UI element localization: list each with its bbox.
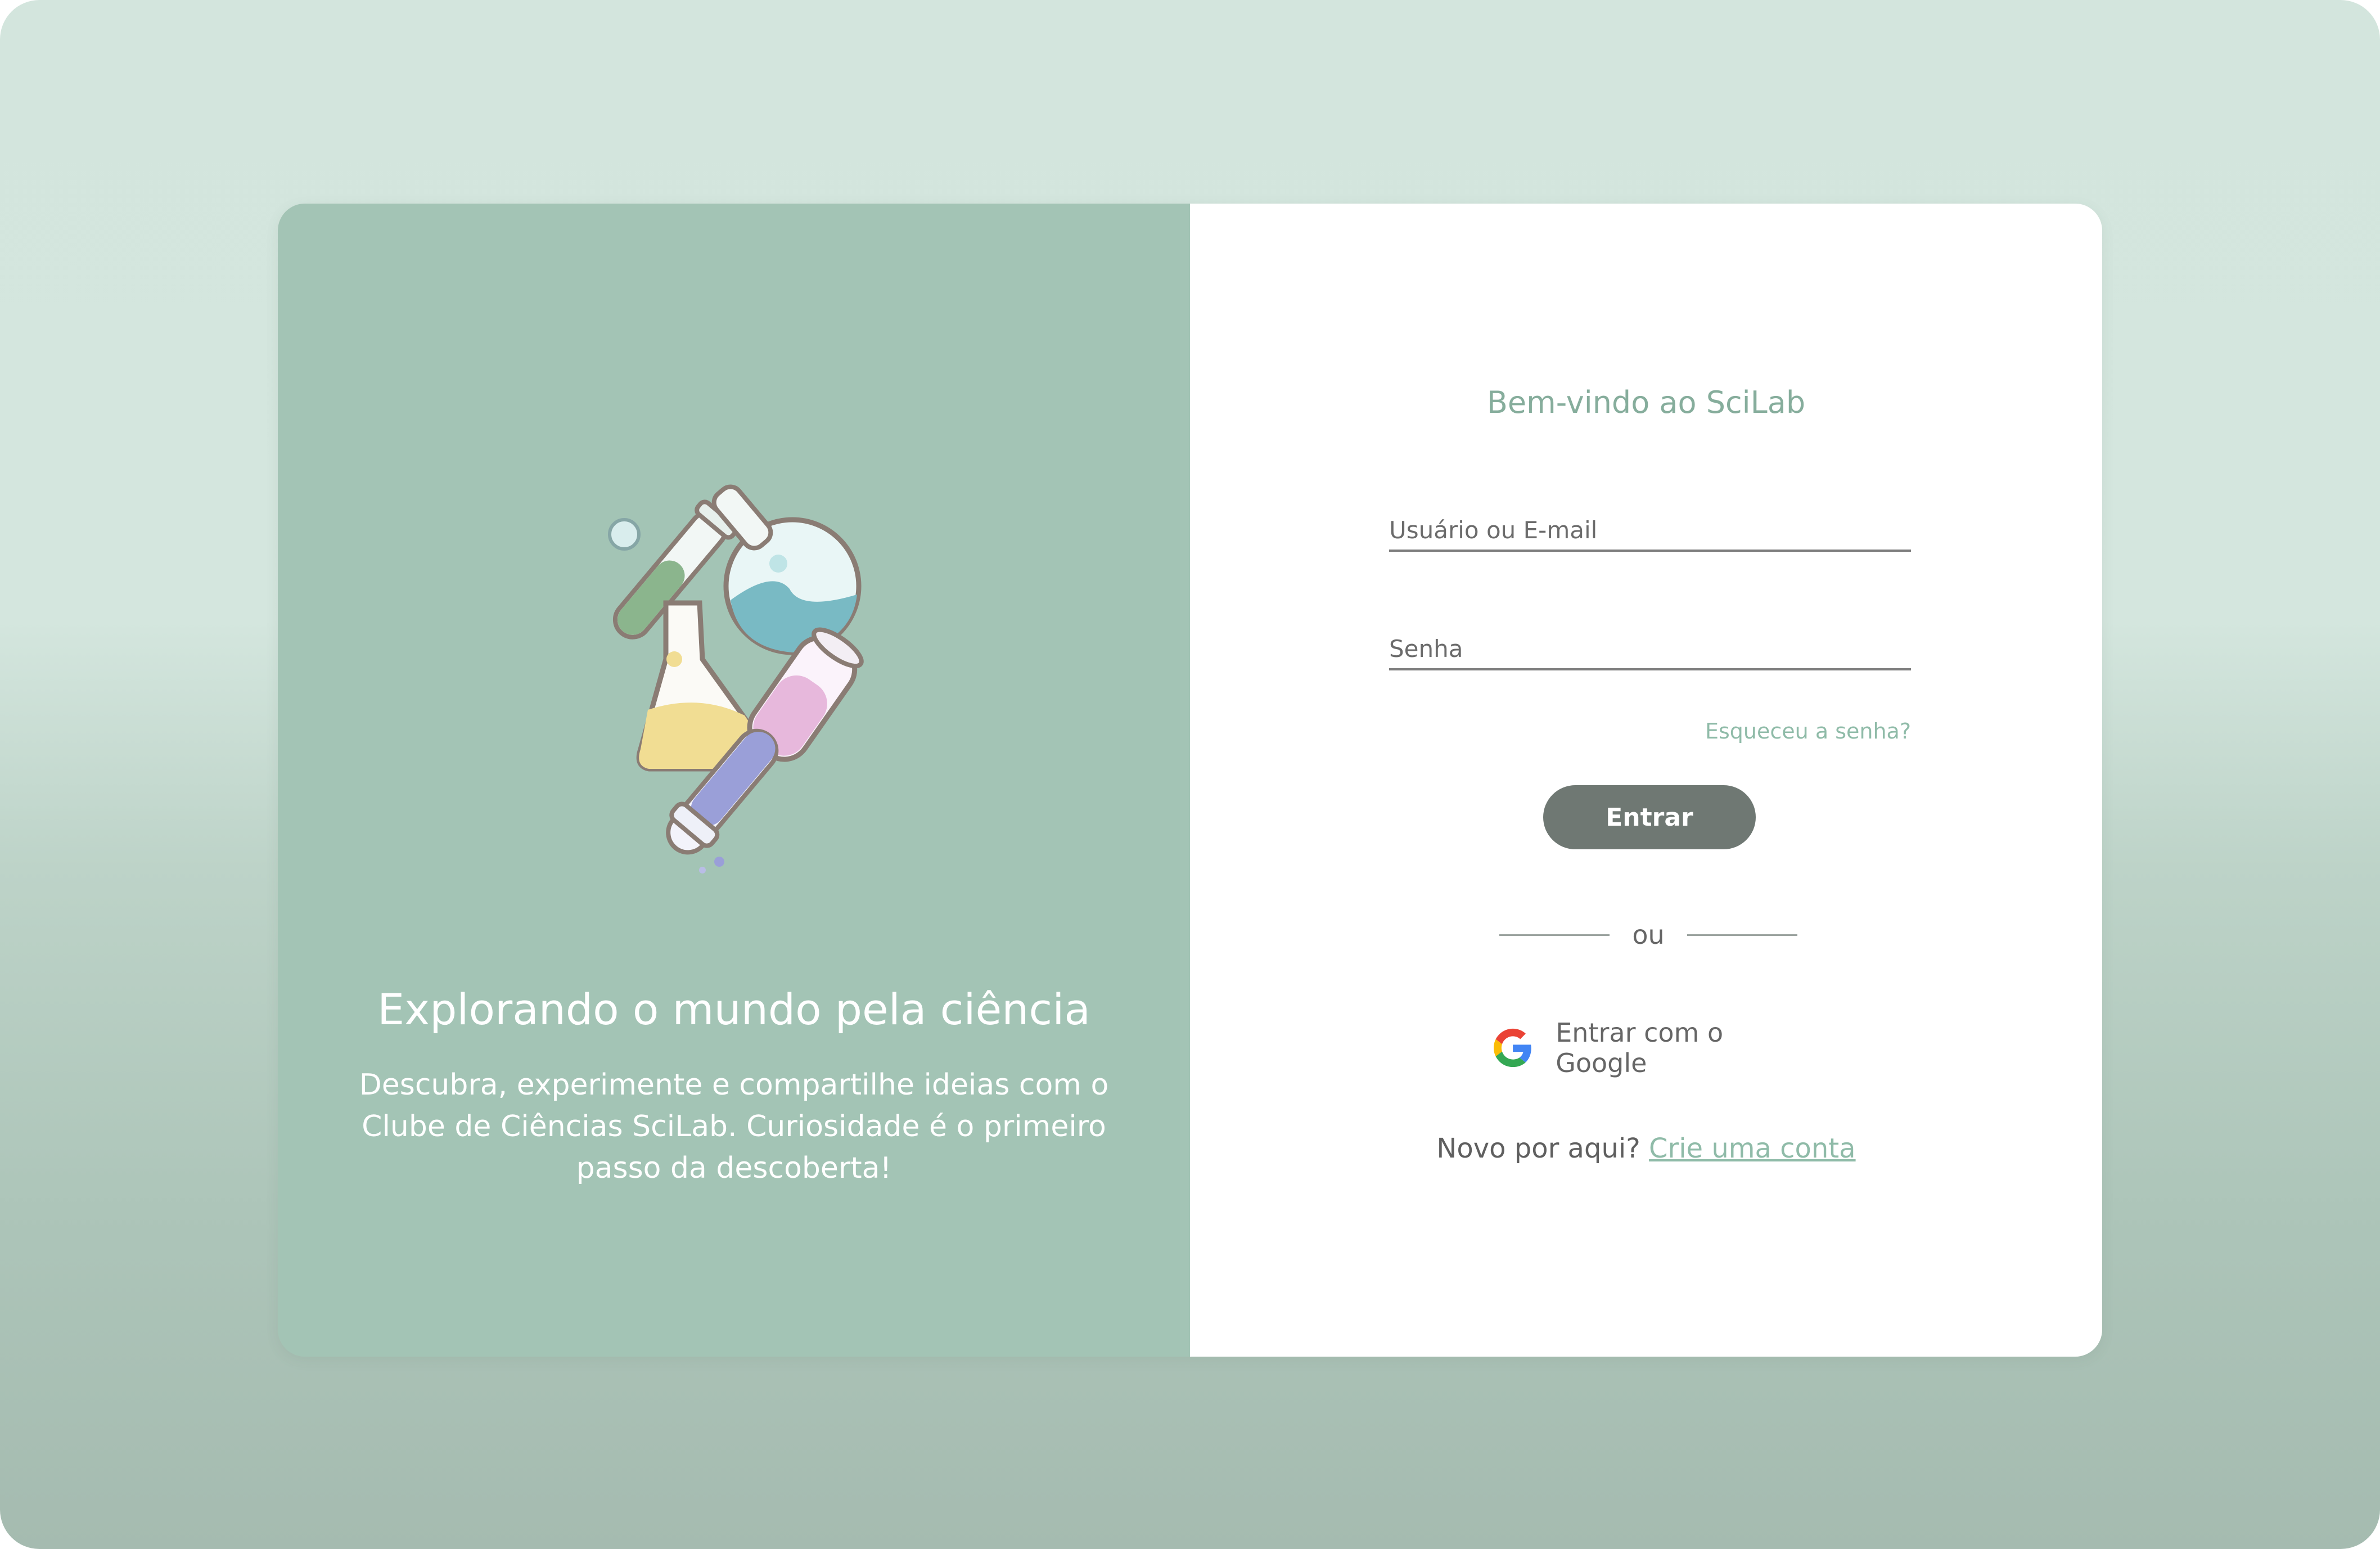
divider-text: ou <box>1632 920 1665 950</box>
google-g-icon <box>1494 1028 1531 1068</box>
hero-panel: Explorando o mundo pela ciência Descubra… <box>278 204 1190 1357</box>
login-card: Explorando o mundo pela ciência Descubra… <box>278 204 2102 1357</box>
hero-description: Descubra, experimente e compartilhe idei… <box>359 1068 1109 1185</box>
divider-line-left <box>1499 934 1610 936</box>
science-flasks-illustration <box>608 484 864 873</box>
signup-row: Novo por aqui? Crie uma conta <box>1190 1133 2102 1164</box>
forgot-password-link[interactable]: Esqueceu a senha? <box>1705 719 1911 744</box>
welcome-heading: Bem-vindo ao SciLab <box>1486 385 1806 420</box>
login-button[interactable]: Entrar <box>1543 785 1756 849</box>
hero-title: Explorando o mundo pela ciência <box>377 984 1090 1034</box>
google-login-label: Entrar com o Google <box>1556 1017 1724 1078</box>
divider-line-right <box>1687 934 1797 936</box>
round-flask-blue <box>711 484 862 655</box>
google-login-button[interactable]: Entrar com o Google <box>1494 1017 1809 1078</box>
signup-link[interactable]: Crie uma conta <box>1649 1133 1856 1164</box>
password-input[interactable] <box>1389 629 1911 670</box>
username-input[interactable] <box>1389 510 1911 552</box>
login-screen: Explorando o mundo pela ciência Descubra… <box>0 0 2380 1549</box>
signup-prompt: Novo por aqui? <box>1436 1133 1640 1164</box>
or-divider: ou <box>1499 918 1797 952</box>
login-panel: Bem-vindo ao SciLab Esqueceu a senha? En… <box>1190 204 2102 1357</box>
